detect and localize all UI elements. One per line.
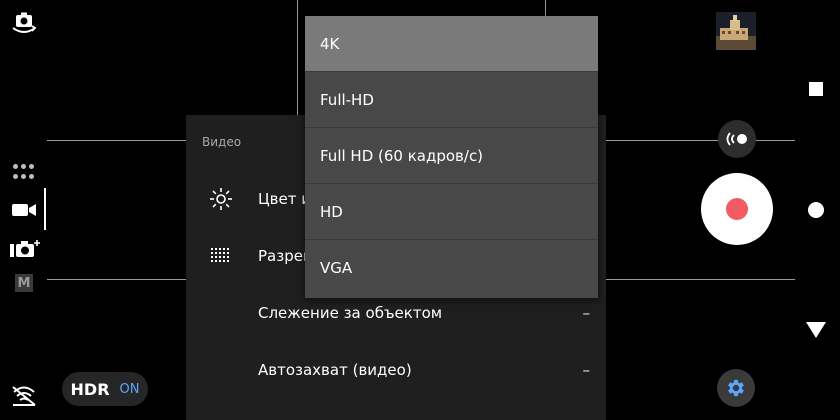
- record-button[interactable]: [701, 173, 773, 245]
- nav-home-icon[interactable]: [808, 202, 824, 218]
- dropdown-option-full-hd-60fps[interactable]: Full HD (60 кадров/с): [305, 128, 598, 184]
- hdr-label: HDR: [70, 379, 110, 399]
- settings-row-label: Автозахват (видео): [258, 360, 412, 379]
- record-icon: [726, 198, 748, 220]
- settings-row-value: –: [582, 360, 591, 379]
- settings-row-value: –: [582, 303, 591, 322]
- dropdown-option-4k[interactable]: 4K: [305, 16, 598, 72]
- manual-mode-label: M: [15, 274, 33, 292]
- sideband-icon[interactable]: [718, 120, 756, 158]
- manual-mode-icon[interactable]: M: [14, 273, 34, 293]
- panel-section-title: Видео: [202, 135, 242, 149]
- nav-recents-icon[interactable]: [809, 82, 823, 96]
- selected-mode-indicator: [44, 188, 46, 230]
- resolution-dropdown: 4K Full-HD Full HD (60 кадров/с) HD VGA: [305, 16, 598, 298]
- video-camera-icon[interactable]: [11, 200, 37, 220]
- gear-icon[interactable]: [717, 369, 755, 407]
- hdr-toggle[interactable]: HDR ON: [62, 372, 148, 406]
- dropdown-option-vga[interactable]: VGA: [305, 240, 598, 296]
- dropdown-option-hd[interactable]: HD: [305, 184, 598, 240]
- photo-camera-plus-icon[interactable]: [8, 238, 42, 260]
- brightness-icon: [208, 186, 234, 212]
- hdr-state: ON: [119, 381, 140, 397]
- dropdown-option-full-hd[interactable]: Full-HD: [305, 72, 598, 128]
- settings-row-auto-capture[interactable]: Автозахват (видео) –: [186, 341, 606, 398]
- gallery-thumbnail[interactable]: [716, 12, 756, 50]
- resolution-grid-icon: [208, 243, 234, 269]
- settings-row-label: Слежение за объектом: [258, 303, 443, 322]
- flash-off-icon[interactable]: [10, 383, 38, 409]
- modes-grid-icon[interactable]: [12, 162, 36, 182]
- switch-camera-icon[interactable]: [10, 10, 38, 36]
- settings-row-label: Цвет и: [258, 189, 311, 208]
- nav-back-icon[interactable]: [806, 322, 826, 338]
